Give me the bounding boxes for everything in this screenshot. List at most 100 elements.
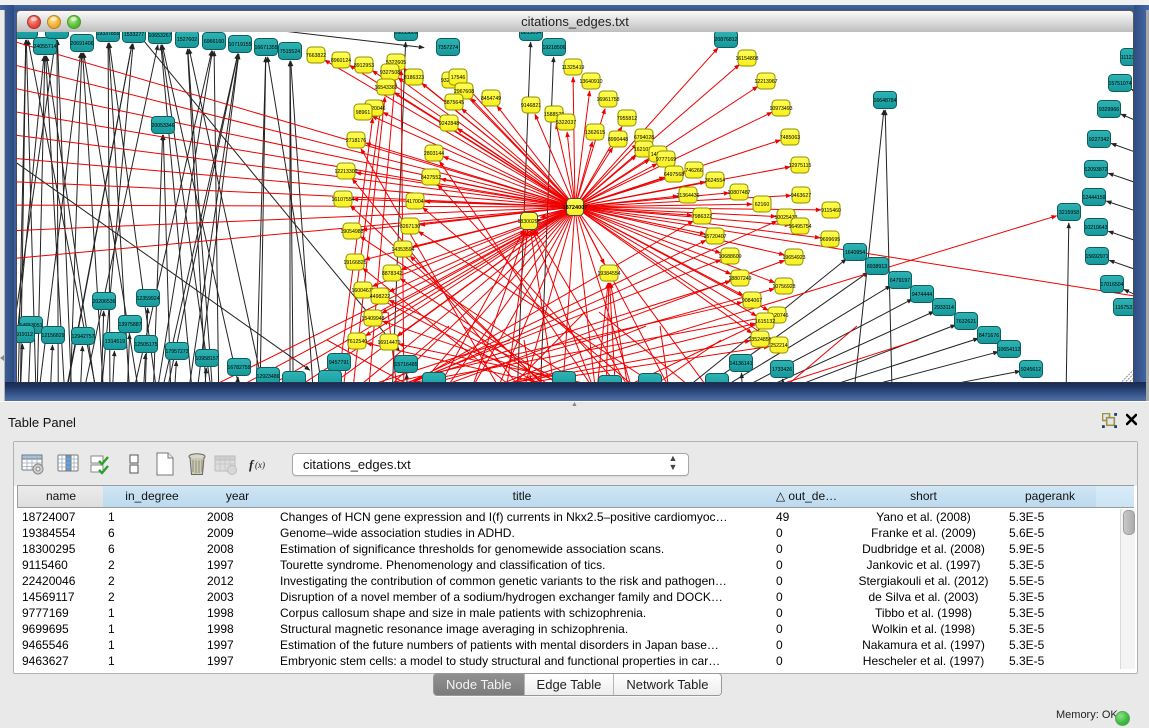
svg-text:9084067: 9084067 — [742, 298, 762, 304]
svg-text:20691406: 20691406 — [70, 41, 93, 47]
svg-text:1640954: 1640954 — [845, 250, 865, 256]
svg-text:19384554: 19384554 — [597, 271, 620, 277]
svg-text:18300295: 18300295 — [517, 219, 540, 225]
svg-text:12213309: 12213309 — [334, 169, 357, 175]
svg-text:3624554: 3624554 — [705, 178, 725, 184]
svg-text:7357274: 7357274 — [438, 45, 458, 51]
svg-text:1167531: 1167531 — [1115, 305, 1133, 311]
svg-text:10807487: 10807487 — [727, 190, 750, 196]
svg-text:8186323: 8186323 — [404, 75, 424, 81]
svg-text:5322037: 5322037 — [556, 120, 576, 126]
svg-text:13975887: 13975887 — [118, 322, 141, 328]
svg-text:9242848: 9242848 — [439, 121, 459, 127]
svg-text:7515524: 7515524 — [280, 49, 300, 55]
svg-text:6794028: 6794028 — [634, 135, 654, 141]
svg-text:8960124: 8960124 — [331, 58, 351, 64]
svg-text:1733426: 1733426 — [772, 367, 792, 373]
svg-text:9329966: 9329966 — [1099, 107, 1119, 113]
svg-text:10210643: 10210643 — [1084, 225, 1107, 231]
svg-text:8878342: 8878342 — [382, 271, 402, 277]
svg-text:10756928: 10756928 — [772, 284, 795, 290]
svg-text:13524851: 13524851 — [748, 337, 771, 343]
svg-text:9245612: 9245612 — [1021, 367, 1041, 373]
svg-text:10688609: 10688609 — [718, 254, 741, 260]
svg-text:12156829: 12156829 — [41, 333, 64, 339]
svg-text:1533277: 1533277 — [124, 32, 144, 38]
svg-text:12213967: 12213967 — [754, 79, 777, 85]
svg-text:9777169: 9777169 — [656, 157, 676, 163]
svg-text:16033809: 16033809 — [394, 32, 417, 36]
svg-text:16961758: 16961758 — [596, 97, 619, 103]
svg-text:15692971: 15692971 — [1085, 254, 1108, 260]
svg-text:19054985: 19054985 — [340, 229, 363, 235]
svg-text:10654112: 10654112 — [998, 347, 1021, 353]
svg-text:11325419: 11325419 — [562, 65, 585, 71]
svg-text:9463627: 9463627 — [791, 193, 811, 199]
svg-text:3267130: 3267130 — [400, 224, 420, 230]
svg-text:16495754: 16495754 — [788, 224, 811, 230]
svg-text:18724007: 18724007 — [563, 205, 588, 211]
svg-text:19337855: 19337855 — [96, 32, 119, 37]
svg-text:12444159: 12444159 — [1082, 195, 1105, 201]
svg-text:9699695: 9699695 — [820, 237, 840, 243]
svg-text:1314519: 1314519 — [105, 339, 125, 345]
svg-text:15751074: 15751074 — [1108, 81, 1131, 87]
svg-text:10958157: 10958157 — [195, 356, 218, 362]
svg-text:17957273: 17957273 — [165, 349, 188, 355]
svg-text:2933114: 2933114 — [934, 305, 954, 311]
svg-text:8427552: 8427552 — [421, 175, 441, 181]
svg-text:17546: 17546 — [451, 75, 466, 81]
svg-text:8471676: 8471676 — [979, 333, 999, 339]
svg-text:24055714: 24055714 — [33, 44, 56, 50]
svg-text:16543362: 16543362 — [374, 85, 397, 91]
svg-text:8813054: 8813054 — [521, 32, 541, 36]
svg-text:3215958: 3215958 — [1059, 210, 1079, 216]
svg-text:8912953: 8912953 — [354, 63, 374, 69]
svg-text:21364436: 21364436 — [676, 193, 699, 199]
svg-text:252214: 252214 — [770, 343, 787, 349]
svg-text:9115460: 9115460 — [821, 208, 841, 214]
svg-text:15409948: 15409948 — [361, 316, 384, 322]
svg-text:4498222: 4498222 — [370, 294, 390, 300]
svg-text:16782759: 16782759 — [227, 365, 250, 371]
svg-text:12942757: 12942757 — [71, 334, 94, 340]
svg-text:6497568: 6497568 — [664, 172, 684, 178]
svg-text:9146821: 9146821 — [521, 103, 541, 109]
svg-text:417004: 417004 — [406, 199, 423, 205]
svg-text:9227342: 9227342 — [1089, 137, 1109, 143]
svg-text:20876812: 20876812 — [714, 37, 737, 43]
svg-text:(x): (x) — [255, 460, 265, 470]
svg-text:9474444: 9474444 — [912, 292, 932, 298]
svg-text:6966160: 6966160 — [204, 39, 224, 45]
svg-text:10973493: 10973493 — [769, 106, 792, 112]
svg-text:1362615: 1362615 — [585, 130, 605, 136]
svg-text:7986322: 7986322 — [692, 214, 712, 220]
svg-text:16648784: 16648784 — [873, 98, 896, 104]
svg-text:16107554: 16107554 — [331, 197, 354, 203]
svg-text:9327508: 9327508 — [380, 70, 400, 76]
svg-text:62160: 62160 — [755, 202, 770, 208]
svg-text:3919112: 3919112 — [17, 332, 33, 338]
svg-text:20206536: 20206536 — [92, 299, 115, 305]
svg-text:19218506: 19218506 — [542, 45, 565, 51]
svg-text:15716485: 15716485 — [394, 362, 417, 368]
svg-text:8938913: 8938913 — [867, 264, 887, 270]
svg-text:17016504: 17016504 — [1100, 282, 1123, 288]
svg-text:7663822: 7663822 — [306, 53, 326, 59]
svg-text:13640910: 13640910 — [579, 79, 602, 85]
svg-text:10719155: 10719155 — [228, 42, 251, 48]
svg-text:10653267: 10653267 — [148, 33, 171, 39]
svg-text:16671355: 16671355 — [254, 45, 277, 51]
svg-text:7612540: 7612540 — [347, 339, 367, 345]
svg-text:98961: 98961 — [356, 110, 371, 116]
svg-text:12093872: 12093872 — [1084, 167, 1107, 173]
svg-text:8454749: 8454749 — [481, 96, 501, 102]
svg-text:7632621: 7632621 — [956, 319, 976, 325]
svg-text:1527602: 1527602 — [177, 37, 197, 43]
svg-text:8990448: 8990448 — [608, 137, 628, 143]
svg-text:18807249: 18807249 — [728, 276, 751, 282]
svg-text:14136141: 14136141 — [729, 361, 752, 367]
svg-text:2718176: 2718176 — [346, 138, 366, 144]
svg-text:19166825: 19166825 — [343, 260, 366, 266]
svg-text:20053346: 20053346 — [151, 123, 174, 129]
